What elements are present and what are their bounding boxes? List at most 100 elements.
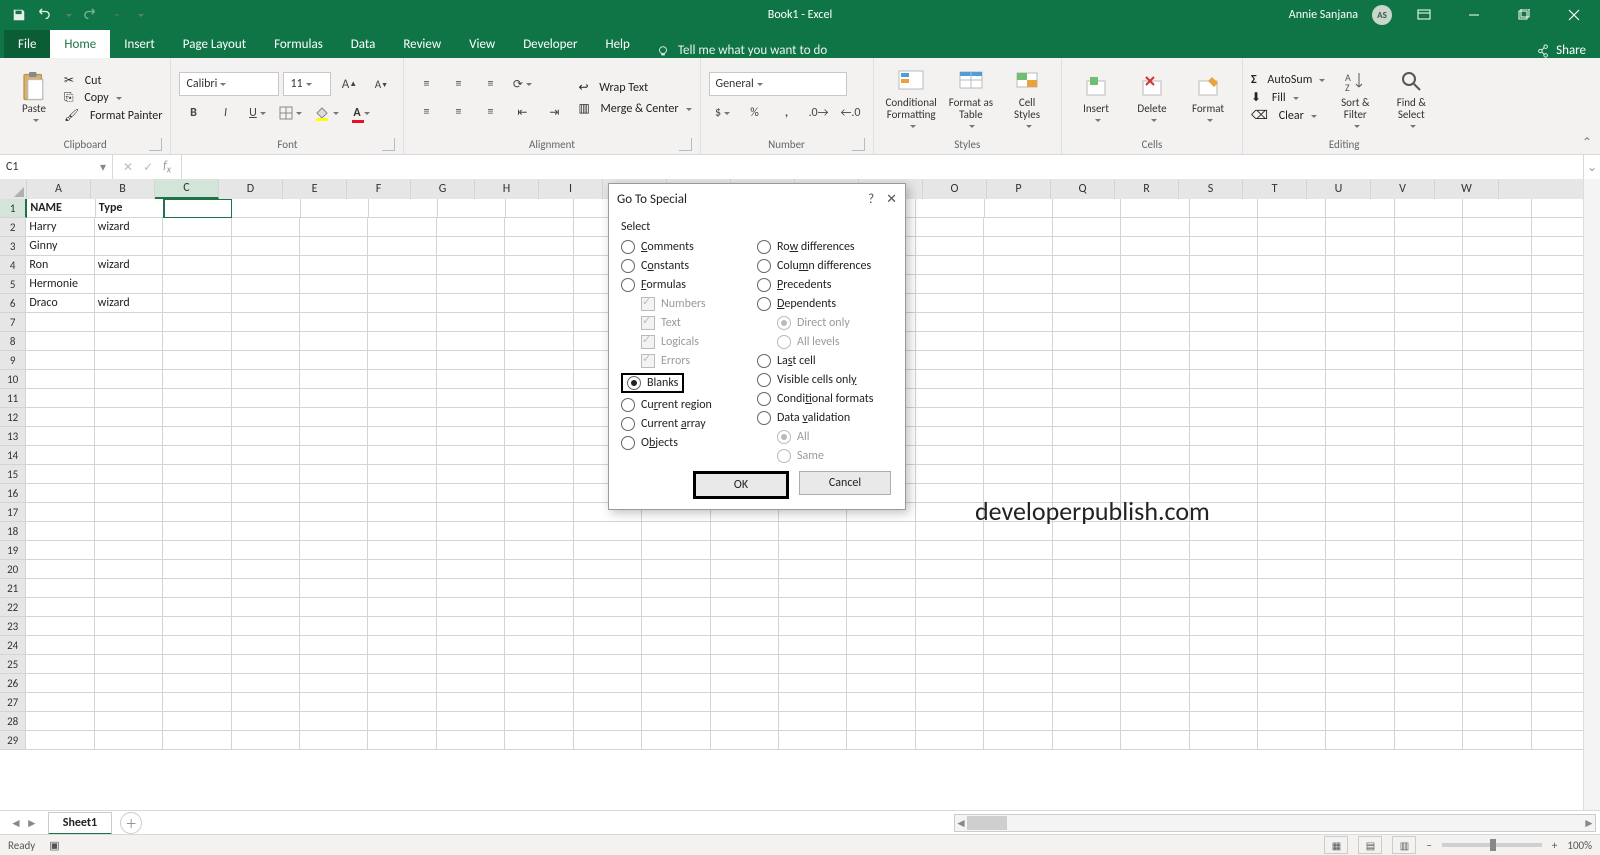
align-right-icon[interactable]: ≡: [476, 101, 504, 123]
cell[interactable]: [1326, 332, 1394, 351]
cell[interactable]: [984, 560, 1052, 579]
cell[interactable]: [711, 693, 779, 712]
cell[interactable]: [984, 446, 1052, 465]
worksheet-grid[interactable]: ABCDEFGHIJKLMNOPQRSTUVW 1NAMEType2Harryw…: [0, 179, 1600, 811]
wrap-text-button[interactable]: ↩ Wrap Text: [578, 80, 691, 95]
orientation-icon[interactable]: ⟳: [508, 73, 536, 95]
cell[interactable]: [368, 484, 436, 503]
cell[interactable]: [368, 693, 436, 712]
cell[interactable]: [1326, 427, 1394, 446]
cell[interactable]: [26, 731, 94, 750]
cell[interactable]: [1121, 522, 1189, 541]
cell[interactable]: [26, 446, 94, 465]
cell[interactable]: [368, 598, 436, 617]
cell[interactable]: [1326, 199, 1394, 218]
cell[interactable]: [916, 199, 984, 218]
cell[interactable]: [1258, 199, 1326, 218]
cell[interactable]: [1258, 541, 1326, 560]
cell[interactable]: [368, 446, 436, 465]
cell[interactable]: [505, 598, 573, 617]
cell[interactable]: [95, 313, 163, 332]
cell[interactable]: [368, 332, 436, 351]
cell[interactable]: [984, 237, 1052, 256]
minimize-icon[interactable]: [1456, 0, 1492, 30]
row-header[interactable]: 2: [0, 218, 26, 237]
cell[interactable]: [505, 465, 573, 484]
cell[interactable]: [437, 446, 505, 465]
cell[interactable]: [368, 541, 436, 560]
cell[interactable]: [95, 389, 163, 408]
share-button[interactable]: Share: [1556, 43, 1586, 58]
cell[interactable]: [163, 237, 231, 256]
cell[interactable]: [300, 579, 368, 598]
cell[interactable]: [95, 484, 163, 503]
cell[interactable]: [505, 294, 573, 313]
cell[interactable]: [232, 275, 300, 294]
cell[interactable]: [1190, 389, 1258, 408]
cell[interactable]: [1053, 275, 1121, 294]
cell[interactable]: [916, 522, 984, 541]
row-header[interactable]: 20: [0, 560, 26, 579]
cell[interactable]: [437, 218, 505, 237]
cell[interactable]: [1395, 598, 1463, 617]
cell[interactable]: [232, 522, 300, 541]
cell[interactable]: [916, 579, 984, 598]
cell[interactable]: [984, 579, 1052, 598]
cell[interactable]: [1258, 503, 1326, 522]
row-header[interactable]: 29: [0, 731, 26, 750]
column-header[interactable]: B: [91, 179, 155, 199]
cell[interactable]: [642, 617, 710, 636]
cell[interactable]: [505, 712, 573, 731]
decrease-decimal-icon[interactable]: ←.0: [837, 102, 865, 124]
cell[interactable]: [163, 218, 231, 237]
cell[interactable]: [437, 617, 505, 636]
cell[interactable]: [300, 541, 368, 560]
cell[interactable]: [95, 617, 163, 636]
cell[interactable]: [1326, 294, 1394, 313]
cell[interactable]: [1326, 446, 1394, 465]
cell[interactable]: [368, 522, 436, 541]
cell[interactable]: [95, 427, 163, 446]
option-datavalid[interactable]: Data validation: [757, 411, 893, 425]
cell[interactable]: [1190, 655, 1258, 674]
cell[interactable]: NAME: [27, 199, 95, 218]
cell[interactable]: wizard: [95, 256, 163, 275]
cell[interactable]: [1463, 256, 1531, 275]
cell[interactable]: [984, 465, 1052, 484]
cell[interactable]: [26, 484, 94, 503]
cell[interactable]: [1053, 332, 1121, 351]
cell[interactable]: [642, 636, 710, 655]
undo-icon[interactable]: [34, 6, 52, 24]
cell[interactable]: [1258, 408, 1326, 427]
cell[interactable]: [437, 256, 505, 275]
cell[interactable]: [300, 237, 368, 256]
cell[interactable]: [1121, 199, 1189, 218]
cell[interactable]: [916, 674, 984, 693]
cell[interactable]: [95, 465, 163, 484]
row-header[interactable]: 9: [0, 351, 26, 370]
cell[interactable]: [1463, 199, 1531, 218]
column-header[interactable]: U: [1307, 179, 1371, 199]
cell[interactable]: [368, 579, 436, 598]
cell[interactable]: [1053, 731, 1121, 750]
cell[interactable]: [1395, 427, 1463, 446]
cell[interactable]: [1053, 465, 1121, 484]
cell[interactable]: [1190, 522, 1258, 541]
cell[interactable]: [779, 598, 847, 617]
cell[interactable]: [1326, 522, 1394, 541]
cell[interactable]: [1053, 351, 1121, 370]
cell[interactable]: [163, 332, 231, 351]
cell[interactable]: [26, 636, 94, 655]
fx-icon[interactable]: fx: [163, 159, 171, 175]
cell[interactable]: [1190, 712, 1258, 731]
align-bottom-icon[interactable]: ≡: [476, 73, 504, 95]
tab-page-layout[interactable]: Page Layout: [169, 30, 260, 58]
cell[interactable]: [437, 351, 505, 370]
row-header[interactable]: 1: [0, 199, 27, 218]
cell[interactable]: [1190, 484, 1258, 503]
cell[interactable]: [26, 541, 94, 560]
cell[interactable]: [916, 655, 984, 674]
cell[interactable]: [779, 636, 847, 655]
cell[interactable]: [300, 313, 368, 332]
cell[interactable]: [95, 446, 163, 465]
